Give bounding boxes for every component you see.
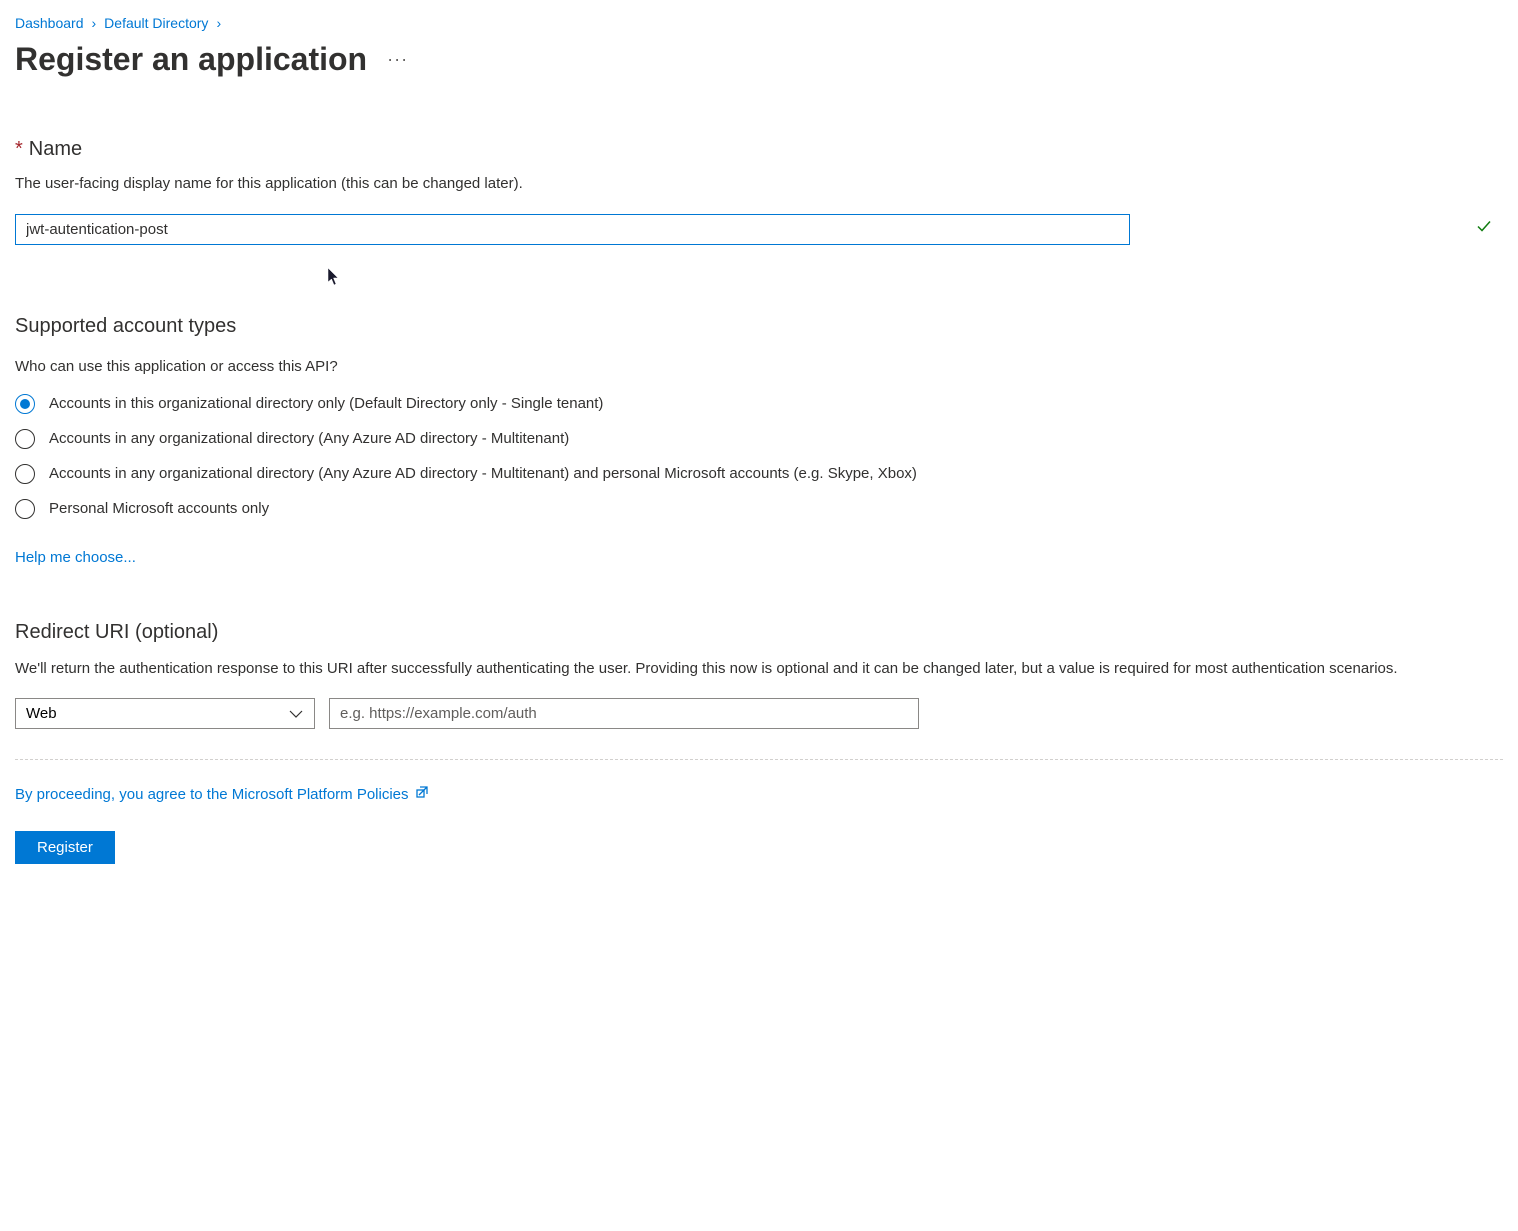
name-label: * Name — [15, 138, 1503, 161]
radio-label: Accounts in this organizational director… — [49, 393, 603, 414]
redirect-uri-input[interactable] — [329, 698, 919, 729]
required-asterisk: * — [15, 138, 23, 161]
platform-select-wrapper: Web — [15, 698, 315, 729]
platform-select[interactable]: Web — [15, 698, 315, 729]
name-label-text: Name — [29, 138, 82, 161]
more-icon[interactable]: ··· — [387, 49, 408, 70]
policies-link-text: By proceeding, you agree to the Microsof… — [15, 786, 409, 803]
radio-label: Accounts in any organizational directory… — [49, 463, 917, 484]
breadcrumb-link-directory[interactable]: Default Directory — [104, 15, 208, 31]
redirect-uri-section: Redirect URI (optional) We'll return the… — [15, 621, 1503, 730]
redirect-uri-inputs: Web — [15, 698, 1503, 729]
breadcrumb: Dashboard › Default Directory › — [15, 15, 1503, 31]
divider — [15, 759, 1503, 760]
radio-personal-only[interactable]: Personal Microsoft accounts only — [15, 498, 1503, 519]
account-types-radio-group: Accounts in this organizational director… — [15, 393, 1503, 519]
redirect-uri-heading: Redirect URI (optional) — [15, 621, 1503, 644]
radio-single-tenant[interactable]: Accounts in this organizational director… — [15, 393, 1503, 414]
radio-icon — [15, 429, 35, 449]
name-input-wrapper — [15, 214, 1503, 245]
title-row: Register an application ··· — [15, 41, 1503, 78]
radio-multitenant[interactable]: Accounts in any organizational directory… — [15, 428, 1503, 449]
help-me-choose-link[interactable]: Help me choose... — [15, 549, 136, 566]
radio-icon — [15, 499, 35, 519]
radio-icon — [15, 394, 35, 414]
radio-icon — [15, 464, 35, 484]
page-title: Register an application — [15, 41, 367, 78]
redirect-uri-description: We'll return the authentication response… — [15, 658, 1503, 681]
account-types-heading: Supported account types — [15, 315, 1503, 338]
radio-label: Personal Microsoft accounts only — [49, 498, 269, 519]
breadcrumb-link-dashboard[interactable]: Dashboard — [15, 15, 84, 31]
cursor-pointer-icon — [328, 268, 342, 286]
name-description: The user-facing display name for this ap… — [15, 173, 1503, 196]
name-input[interactable] — [15, 214, 1130, 245]
name-section: * Name The user-facing display name for … — [15, 138, 1503, 245]
external-link-icon — [415, 785, 429, 803]
chevron-right-icon: › — [92, 15, 97, 31]
platform-policies-link[interactable]: By proceeding, you agree to the Microsof… — [15, 785, 429, 803]
radio-multitenant-personal[interactable]: Accounts in any organizational directory… — [15, 463, 1503, 484]
checkmark-icon — [1477, 220, 1491, 239]
register-button[interactable]: Register — [15, 831, 115, 864]
chevron-right-icon: › — [216, 15, 221, 31]
account-types-question: Who can use this application or access t… — [15, 358, 1503, 375]
radio-label: Accounts in any organizational directory… — [49, 428, 569, 449]
account-types-section: Supported account types Who can use this… — [15, 315, 1503, 621]
